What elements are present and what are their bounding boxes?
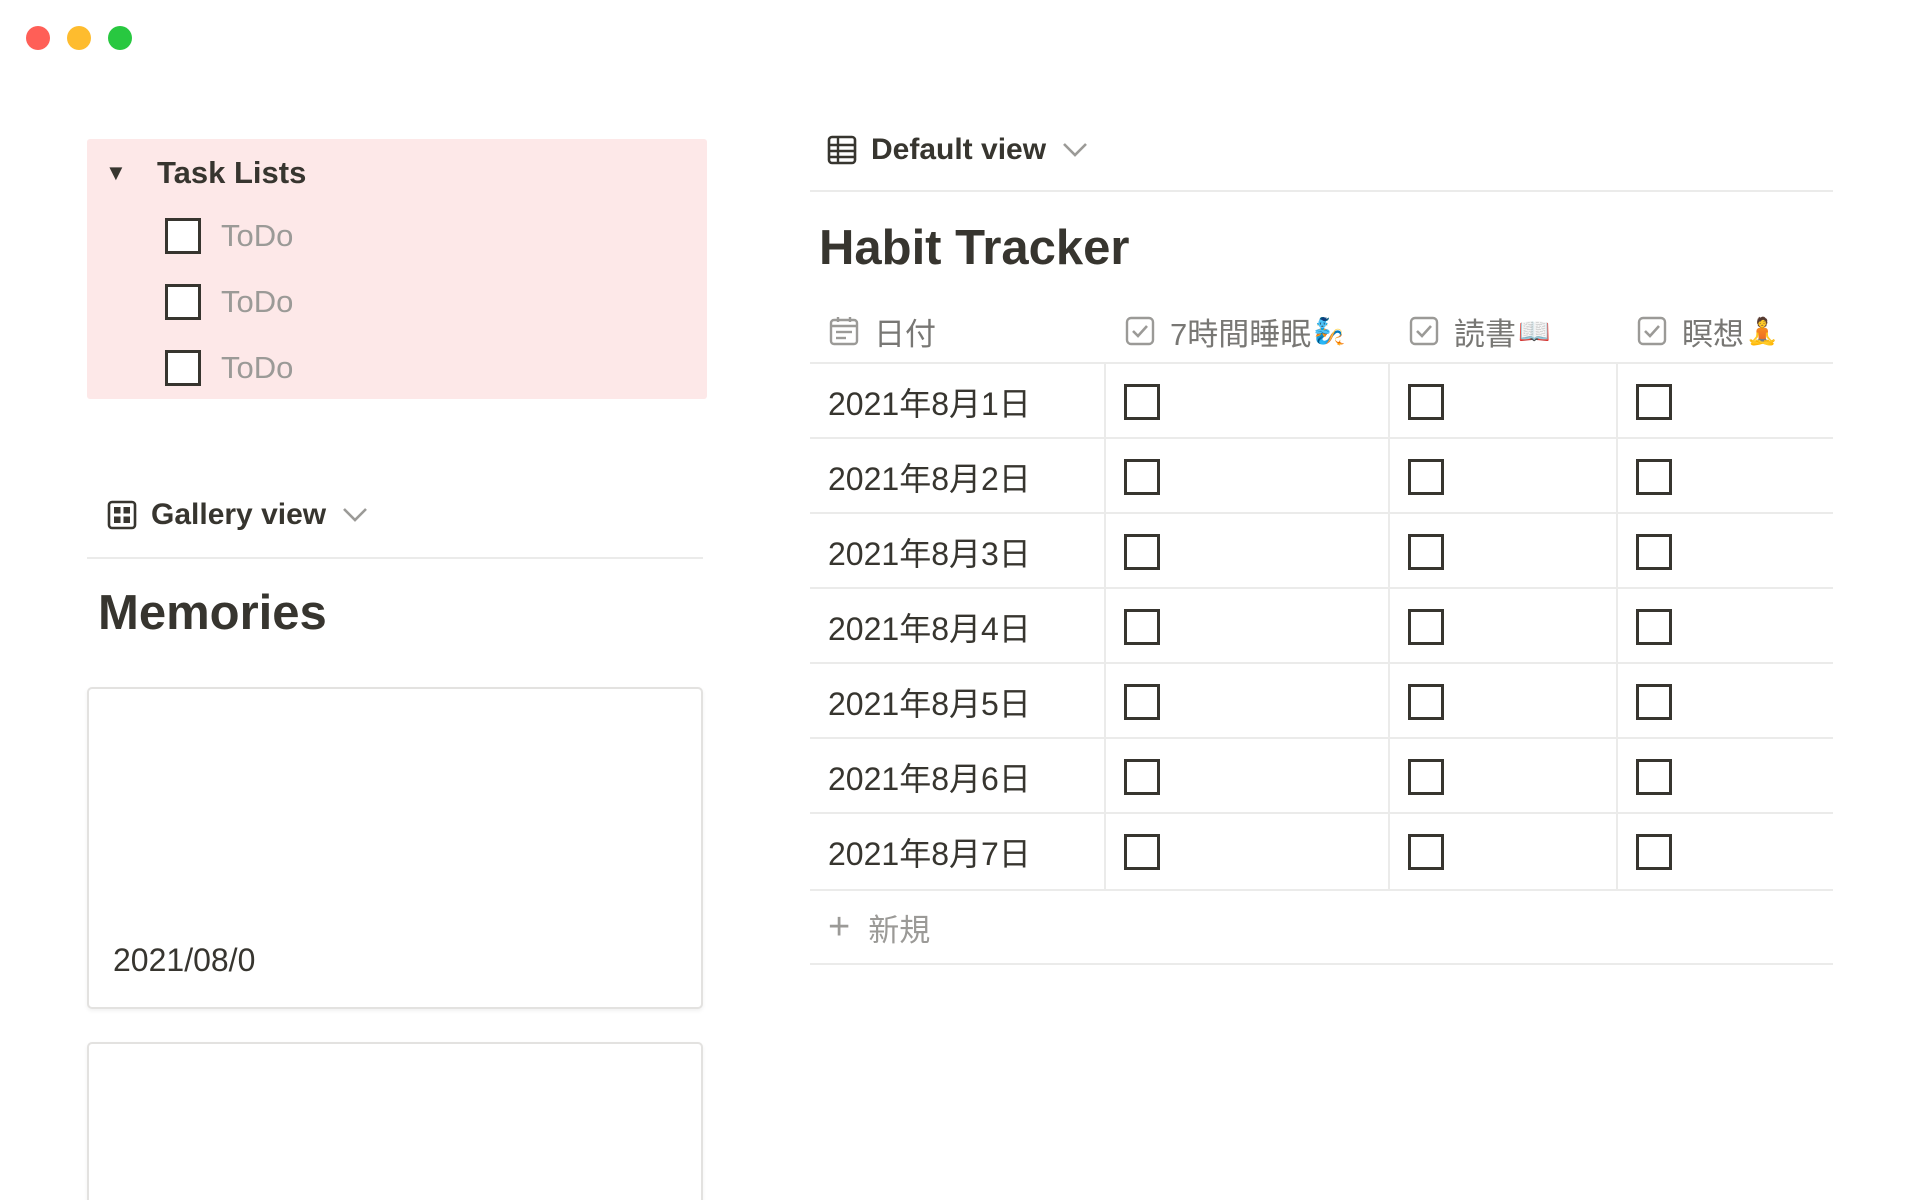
meditation-checkbox[interactable] (1636, 458, 1672, 495)
date-cell[interactable]: 2021年8月1日 (828, 364, 1031, 439)
reading-checkbox[interactable] (1408, 533, 1444, 570)
gallery-card[interactable] (87, 1042, 703, 1200)
meditation-checkbox[interactable] (1636, 608, 1672, 645)
todo-item: ToDo (165, 345, 293, 391)
todo-item: ToDo (165, 213, 293, 259)
genie-emoji: 🧞 (1313, 315, 1346, 346)
gallery-title: Memories (98, 586, 327, 640)
calendar-icon (829, 317, 859, 346)
close-window-button[interactable] (26, 26, 50, 50)
table-row: 2021年8月3日 (810, 512, 1833, 587)
date-cell[interactable]: 2021年8月7日 (828, 814, 1031, 889)
table-icon (827, 135, 857, 165)
sleep-checkbox[interactable] (1124, 833, 1160, 870)
meditation-emoji: 🧘 (1746, 315, 1779, 346)
gallery-grid-icon (107, 500, 137, 530)
table-row: 2021年8月7日 (810, 812, 1833, 887)
meditation-checkbox[interactable] (1636, 383, 1672, 420)
checkbox-property-icon (1125, 316, 1155, 346)
sleep-checkbox[interactable] (1124, 608, 1160, 645)
todo-checkbox[interactable] (165, 218, 201, 254)
date-cell[interactable]: 2021年8月6日 (828, 739, 1031, 814)
column-header-reading[interactable]: 読書 📖 (1408, 298, 1550, 364)
checkbox-property-icon (1409, 316, 1439, 346)
todo-checkbox[interactable] (165, 284, 201, 320)
zoom-window-button[interactable] (108, 26, 132, 50)
gallery-card-title: 2021/08/0 (113, 942, 256, 978)
sleep-checkbox[interactable] (1124, 533, 1160, 570)
table-header: 日付 7時間睡眠 🧞 読書 📖 瞑想 🧘 (810, 298, 1833, 364)
chevron-down-icon (343, 508, 368, 522)
meditation-checkbox[interactable] (1636, 533, 1672, 570)
meditation-checkbox[interactable] (1636, 683, 1672, 720)
sleep-checkbox[interactable] (1124, 458, 1160, 495)
table-row: 2021年8月2日 (810, 437, 1833, 512)
todo-item: ToDo (165, 279, 293, 325)
sleep-checkbox[interactable] (1124, 383, 1160, 420)
table-row: 2021年8月4日 (810, 587, 1833, 662)
task-lists-toggle-block: ▼ Task Lists ToDo ToDo ToDo (87, 139, 707, 399)
add-new-row-button[interactable]: + 新規 (810, 889, 1833, 965)
column-header-label: 瞑想 (1682, 316, 1744, 352)
book-emoji: 📖 (1518, 315, 1551, 346)
date-cell[interactable]: 2021年8月2日 (828, 439, 1031, 514)
column-header-date[interactable]: 日付 (828, 298, 936, 364)
reading-checkbox[interactable] (1408, 458, 1444, 495)
column-header-meditation[interactable]: 瞑想 🧘 (1636, 298, 1778, 364)
chevron-down-icon (1063, 143, 1087, 157)
column-header-label: 読書 (1454, 316, 1516, 352)
app-window: ▼ Task Lists ToDo ToDo ToDo Gallery view (0, 0, 1920, 1200)
sleep-checkbox[interactable] (1124, 683, 1160, 720)
todo-text[interactable]: ToDo (221, 350, 293, 386)
column-header-sleep[interactable]: 7時間睡眠 🧞 (1124, 298, 1346, 364)
todo-text[interactable]: ToDo (221, 218, 293, 254)
minimize-window-button[interactable] (67, 26, 91, 50)
checkbox-property-icon (1637, 316, 1667, 346)
add-new-label: 新規 (868, 912, 931, 948)
table-view-label: Default view (871, 133, 1047, 166)
table-row: 2021年8月1日 (810, 362, 1833, 437)
meditation-checkbox[interactable] (1636, 833, 1672, 870)
plus-icon: + (828, 906, 851, 948)
column-header-label: 日付 (874, 316, 936, 352)
reading-checkbox[interactable] (1408, 758, 1444, 795)
column-header-label: 7時間睡眠 (1170, 316, 1312, 352)
database-title: Habit Tracker (819, 221, 1130, 275)
table-view-switcher[interactable]: Default view (827, 128, 1088, 172)
window-controls (26, 26, 132, 50)
date-cell[interactable]: 2021年8月5日 (828, 664, 1031, 739)
gallery-view-switcher[interactable]: Gallery view (107, 493, 368, 537)
table-row: 2021年8月6日 (810, 737, 1833, 812)
divider (87, 557, 703, 559)
divider (810, 190, 1833, 192)
reading-checkbox[interactable] (1408, 608, 1444, 645)
todo-checkbox[interactable] (165, 350, 201, 386)
gallery-card[interactable]: 2021/08/0 (87, 687, 703, 1009)
task-lists-title: Task Lists (157, 155, 307, 190)
gallery-view-label: Gallery view (151, 498, 327, 531)
task-lists-toggle[interactable]: ▼ Task Lists (105, 153, 306, 193)
date-cell[interactable]: 2021年8月4日 (828, 589, 1031, 664)
table-row: 2021年8月5日 (810, 662, 1833, 737)
meditation-checkbox[interactable] (1636, 758, 1672, 795)
sleep-checkbox[interactable] (1124, 758, 1160, 795)
reading-checkbox[interactable] (1408, 683, 1444, 720)
reading-checkbox[interactable] (1408, 833, 1444, 870)
reading-checkbox[interactable] (1408, 383, 1444, 420)
triangle-down-icon[interactable]: ▼ (105, 162, 127, 184)
date-cell[interactable]: 2021年8月3日 (828, 514, 1031, 589)
table-body: 2021年8月1日 2021年8月2日 2021年8月3日 2021年8月4日 … (810, 362, 1833, 887)
todo-text[interactable]: ToDo (221, 284, 293, 320)
